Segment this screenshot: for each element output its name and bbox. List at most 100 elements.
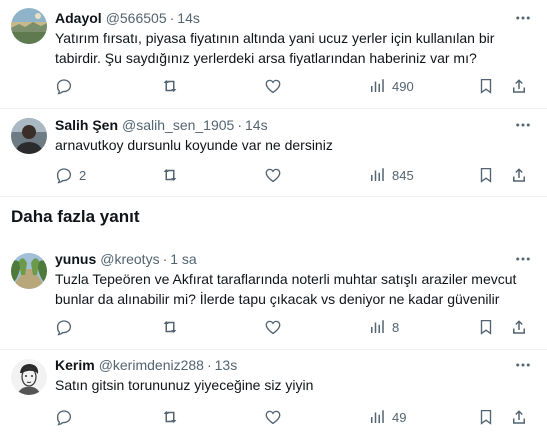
divider bbox=[0, 108, 547, 109]
share-button[interactable] bbox=[510, 165, 528, 185]
author-handle[interactable]: @kreotys bbox=[100, 251, 159, 267]
like-button[interactable] bbox=[264, 317, 282, 337]
reply-button[interactable]: 2 bbox=[55, 165, 86, 185]
repost-icon bbox=[163, 80, 177, 92]
repost-button[interactable] bbox=[161, 407, 179, 427]
tweet-header: Adayol @566505 · 14s bbox=[55, 8, 200, 28]
views-button[interactable]: 490 bbox=[368, 76, 414, 96]
separator: · bbox=[237, 117, 242, 133]
more-options-button[interactable] bbox=[513, 115, 533, 135]
repost-button[interactable] bbox=[161, 165, 179, 185]
more-options-button[interactable] bbox=[513, 8, 533, 28]
divider bbox=[0, 196, 547, 197]
more-icon bbox=[516, 16, 530, 20]
more-options-button[interactable] bbox=[513, 249, 533, 269]
views-button[interactable]: 49 bbox=[368, 407, 406, 427]
more-icon bbox=[516, 123, 530, 127]
views-button[interactable]: 845 bbox=[368, 165, 414, 185]
views-count: 845 bbox=[392, 167, 414, 183]
tweet-text: arnavutkoy dursunlu koyunde var ne dersi… bbox=[55, 135, 525, 155]
views-button[interactable]: 8 bbox=[368, 317, 399, 337]
share-icon bbox=[513, 320, 525, 334]
reply-icon bbox=[56, 410, 72, 426]
like-button[interactable] bbox=[264, 407, 282, 427]
author-name[interactable]: Salih Şen bbox=[55, 117, 118, 133]
views-chart-icon bbox=[371, 79, 384, 92]
tweet-text-line: Satın gitsin torununuz yiyeceğine siz yi… bbox=[55, 377, 314, 393]
heart-icon bbox=[265, 320, 281, 335]
reply-icon bbox=[56, 320, 72, 336]
share-icon bbox=[513, 79, 525, 93]
reply-count: 2 bbox=[79, 167, 87, 183]
avatar[interactable] bbox=[11, 253, 47, 289]
repost-icon bbox=[163, 321, 177, 333]
tweet-header: yunus @kreotys · 1 sa bbox=[55, 249, 197, 269]
tweet-text-line: Yatırım fırsatı, piyasa fiyatının altınd… bbox=[55, 30, 495, 46]
share-button[interactable] bbox=[510, 317, 528, 337]
tweet-text: Satın gitsin torununuz yiyeceğine siz yi… bbox=[55, 375, 525, 395]
share-icon bbox=[513, 168, 525, 182]
repost-icon bbox=[163, 169, 177, 181]
tweet-text-line: arnavutkoy dursunlu koyunde var ne dersi… bbox=[55, 137, 333, 153]
views-count: 49 bbox=[392, 409, 407, 425]
views-count: 490 bbox=[392, 78, 414, 94]
more-options-button[interactable] bbox=[513, 355, 533, 375]
tweet-actions: 49 bbox=[55, 407, 535, 427]
author-handle[interactable]: @566505 bbox=[106, 10, 167, 26]
timestamp[interactable]: 14s bbox=[245, 117, 268, 133]
timestamp[interactable]: 13s bbox=[215, 357, 238, 373]
share-icon bbox=[513, 410, 525, 424]
heart-icon bbox=[265, 168, 281, 183]
tweet-text-line: Tuzla Tepeören ve Akfırat taraflarında n… bbox=[55, 271, 517, 287]
share-button[interactable] bbox=[510, 407, 528, 427]
tweet-text-line: tabirdir. Şu saydığınız yerlerdeki arsa … bbox=[55, 50, 477, 66]
more-replies-heading: Daha fazla yanıt bbox=[11, 207, 140, 226]
timestamp[interactable]: 14s bbox=[177, 10, 200, 26]
separator: · bbox=[206, 357, 212, 373]
reply-button[interactable] bbox=[55, 407, 73, 427]
avatar[interactable] bbox=[11, 8, 47, 44]
like-button[interactable] bbox=[264, 76, 282, 96]
avatar[interactable] bbox=[11, 359, 47, 395]
author-handle[interactable]: @salih_sen_1905 bbox=[122, 117, 234, 133]
bookmark-button[interactable] bbox=[477, 76, 495, 96]
tweet-text: Tuzla Tepeören ve Akfırat taraflarında n… bbox=[55, 269, 525, 309]
separator: · bbox=[169, 10, 175, 26]
tweet-header: Salih Şen @salih_sen_1905 · 14s bbox=[55, 115, 268, 135]
tweet-actions: 2 845 bbox=[55, 165, 535, 185]
tweet-text: Yatırım fırsatı, piyasa fiyatının altınd… bbox=[55, 28, 525, 68]
repost-button[interactable] bbox=[161, 317, 179, 337]
bookmark-icon bbox=[480, 319, 492, 335]
bookmark-button[interactable] bbox=[477, 165, 495, 185]
author-name[interactable]: Kerim bbox=[55, 357, 95, 373]
bookmark-button[interactable] bbox=[477, 407, 495, 427]
timestamp[interactable]: 1 sa bbox=[170, 251, 196, 267]
heart-icon bbox=[265, 410, 281, 425]
like-button[interactable] bbox=[264, 165, 282, 185]
views-chart-icon bbox=[371, 168, 384, 181]
more-icon bbox=[516, 363, 530, 367]
repost-icon bbox=[163, 411, 177, 423]
more-icon bbox=[516, 257, 530, 261]
reply-icon bbox=[56, 168, 72, 184]
tweet-actions: 8 bbox=[55, 317, 535, 337]
bookmark-icon bbox=[480, 167, 492, 183]
separator: · bbox=[162, 251, 168, 267]
tweet-text-line: bunlar da alınabilir mi? İlerde tapu çık… bbox=[55, 291, 500, 307]
share-button[interactable] bbox=[510, 76, 528, 96]
reply-button[interactable] bbox=[55, 317, 73, 337]
tweet-header: Kerim @kerimdeniz288 · 13s bbox=[55, 355, 237, 375]
bookmark-button[interactable] bbox=[477, 317, 495, 337]
author-name[interactable]: Adayol bbox=[55, 10, 102, 26]
repost-button[interactable] bbox=[161, 76, 179, 96]
reply-button[interactable] bbox=[55, 76, 73, 96]
author-handle[interactable]: @kerimdeniz288 bbox=[99, 357, 204, 373]
bookmark-icon bbox=[480, 409, 492, 425]
reply-icon bbox=[56, 79, 72, 95]
bookmark-icon bbox=[480, 78, 492, 94]
views-chart-icon bbox=[371, 320, 384, 333]
author-name[interactable]: yunus bbox=[55, 251, 96, 267]
avatar[interactable] bbox=[11, 118, 47, 154]
heart-icon bbox=[265, 79, 281, 94]
divider bbox=[0, 349, 547, 350]
